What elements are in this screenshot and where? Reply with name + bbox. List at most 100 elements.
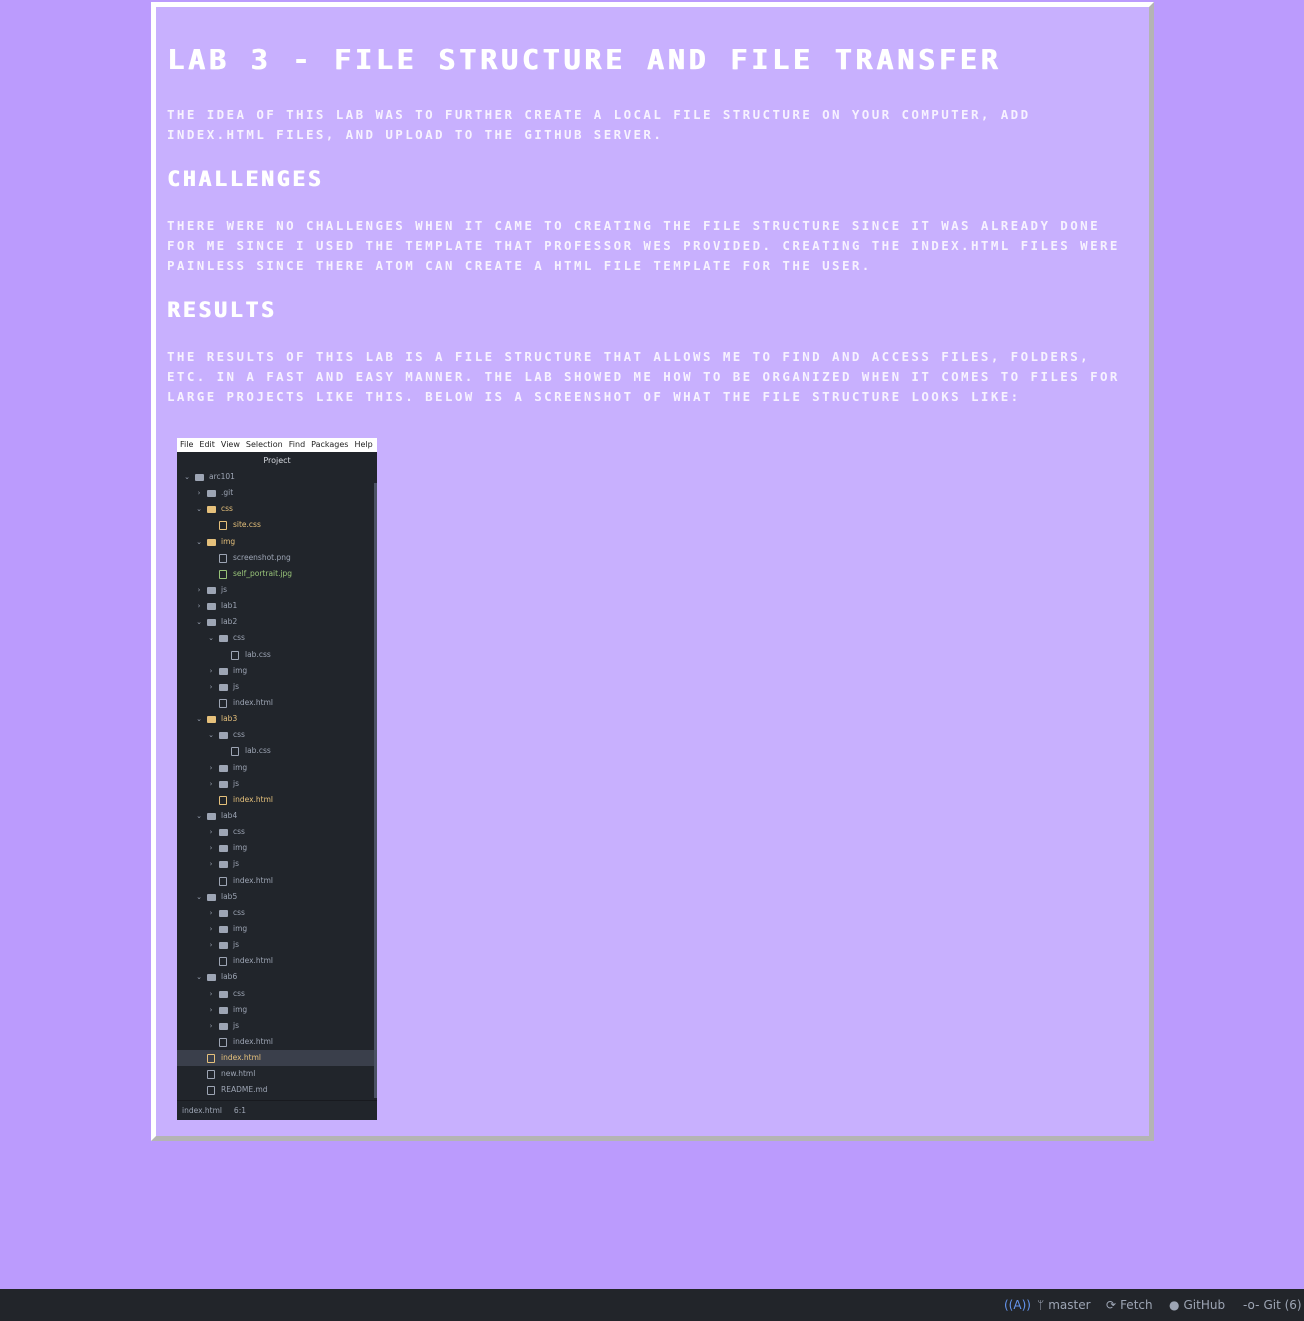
file-icon <box>219 553 227 563</box>
folder-icon <box>207 490 216 498</box>
folder-icon <box>207 603 216 611</box>
chevron-down-icon: ⌄ <box>196 537 202 546</box>
tree-item: › js <box>177 937 377 953</box>
chevron-right-icon: › <box>197 585 201 594</box>
chevron-right-icon: › <box>209 828 213 837</box>
git-button[interactable]: -o- Git (6) <box>1243 1289 1302 1321</box>
tree-item: › lab1 <box>177 598 377 614</box>
antenna-icon: ((A)) <box>1004 1298 1031 1312</box>
tree-item: › img <box>177 840 377 856</box>
atom-status-bar: index.html 6:1 <box>177 1100 377 1120</box>
tree-item-label: js <box>233 940 239 950</box>
tree-item: index.html <box>177 873 377 889</box>
intro-paragraph: The idea of this lab was to further crea… <box>167 107 1031 142</box>
chevron-right-icon: › <box>209 860 213 869</box>
chevron-right-icon: › <box>197 489 201 498</box>
tree-item: › img <box>177 663 377 679</box>
project-pane-title: Project <box>263 456 291 465</box>
tree-item: new.html <box>177 1066 377 1082</box>
menu-item-packages: Packages <box>311 440 349 449</box>
chevron-right-icon: › <box>209 941 213 950</box>
folder-icon <box>207 974 216 982</box>
chevron-right-icon: › <box>209 779 213 788</box>
tree-item-label: lab6 <box>221 972 238 982</box>
menu-item-find: Find <box>288 440 306 449</box>
chevron-right-icon: › <box>209 1021 213 1030</box>
folder-icon <box>207 893 216 901</box>
tree-item: lab.css <box>177 647 377 663</box>
tree-item-label: arc101 <box>209 472 235 481</box>
folder-icon <box>219 764 228 772</box>
tree-item: › js <box>177 856 377 872</box>
folder-icon <box>219 861 228 869</box>
folder-icon <box>219 829 228 837</box>
status-file-name: index.html <box>182 1106 222 1115</box>
tree-item: README.md <box>177 1082 377 1098</box>
tree-item-label: img <box>233 923 248 933</box>
tree-item-label: index.html <box>221 1053 261 1063</box>
tree-scrollbar <box>374 483 377 1098</box>
chevron-down-icon: ⌄ <box>196 505 202 514</box>
tree-item: lab.css <box>177 743 377 759</box>
tree-item-label: lab.css <box>245 649 271 659</box>
chevron-down-icon: ⌄ <box>196 715 202 724</box>
tree-item: › css <box>177 905 377 921</box>
tree-item-label: README.md <box>221 1085 268 1095</box>
tree-item-label: img <box>233 762 248 772</box>
tree-item-label: index.html <box>233 794 273 804</box>
tree-item: › img <box>177 760 377 776</box>
tree-item-label: lab1 <box>221 601 238 611</box>
folder-icon <box>207 619 216 627</box>
tree-item-label: .git <box>221 488 234 498</box>
tree-item-label: js <box>221 584 227 594</box>
tree-item-label: screenshot.png <box>233 552 291 562</box>
tree-item-label: site.css <box>233 520 261 530</box>
content-panel: Lab 3 - File Structure and File Transfer… <box>151 2 1154 1141</box>
tree-item: index.html <box>177 1034 377 1050</box>
tree-item-label: lab3 <box>221 714 238 724</box>
tree-item: self_portrait.jpg <box>177 566 377 582</box>
tree-item-label: img <box>233 1004 248 1014</box>
broadcast-icon[interactable]: ((A)) <box>1004 1289 1035 1321</box>
tree-item-label: css <box>233 827 245 837</box>
tree-item-label: img <box>233 843 248 853</box>
tree-item: › .git <box>177 485 377 501</box>
tree-item-label: css <box>221 504 233 514</box>
tree-item: site.css <box>177 517 377 533</box>
menu-item-view: View <box>220 440 240 449</box>
tree-item: ⌄ lab6 <box>177 969 377 985</box>
tree-item-label: lab4 <box>221 810 238 820</box>
tree-item: › css <box>177 824 377 840</box>
folder-icon <box>219 1006 228 1014</box>
folder-icon <box>219 942 228 950</box>
folder-icon <box>219 780 228 788</box>
chevron-right-icon: › <box>209 1005 213 1014</box>
chevron-right-icon: › <box>197 602 201 611</box>
chevron-down-icon: ⌄ <box>196 892 202 901</box>
tree-item: ⌄ lab5 <box>177 889 377 905</box>
tree-item-label: index.html <box>233 956 273 966</box>
fetch-button[interactable]: ⟳ Fetch <box>1106 1289 1153 1321</box>
chevron-right-icon: › <box>209 989 213 998</box>
menu-item-file: File <box>180 440 194 449</box>
tree-item: › img <box>177 921 377 937</box>
tree-item: ⌄ css <box>177 727 377 743</box>
tree-item-label: index.html <box>233 697 273 707</box>
git-commit-icon: -o- <box>1243 1298 1260 1312</box>
chevron-down-icon: ⌄ <box>196 973 202 982</box>
file-icon <box>219 876 227 886</box>
menu-item-help: Help <box>354 440 373 449</box>
folder-icon <box>219 1022 228 1030</box>
tree-item: ⌄ img <box>177 534 377 550</box>
project-tree: ⌄ arc101 › .git ⌄ css site.css ⌄ img screenshot.p… <box>177 469 377 1098</box>
file-icon <box>231 650 239 660</box>
branch-button[interactable]: ᛘ master <box>1037 1289 1091 1321</box>
github-button[interactable]: ● GitHub <box>1169 1289 1225 1321</box>
tree-item: index.html <box>177 953 377 969</box>
tree-item: ⌄ lab3 <box>177 711 377 727</box>
folder-icon <box>219 909 228 917</box>
status-cursor-position: 6:1 <box>233 1106 246 1115</box>
tree-item-label: img <box>233 665 248 675</box>
file-icon <box>207 1054 215 1064</box>
chevron-right-icon: › <box>209 844 213 853</box>
